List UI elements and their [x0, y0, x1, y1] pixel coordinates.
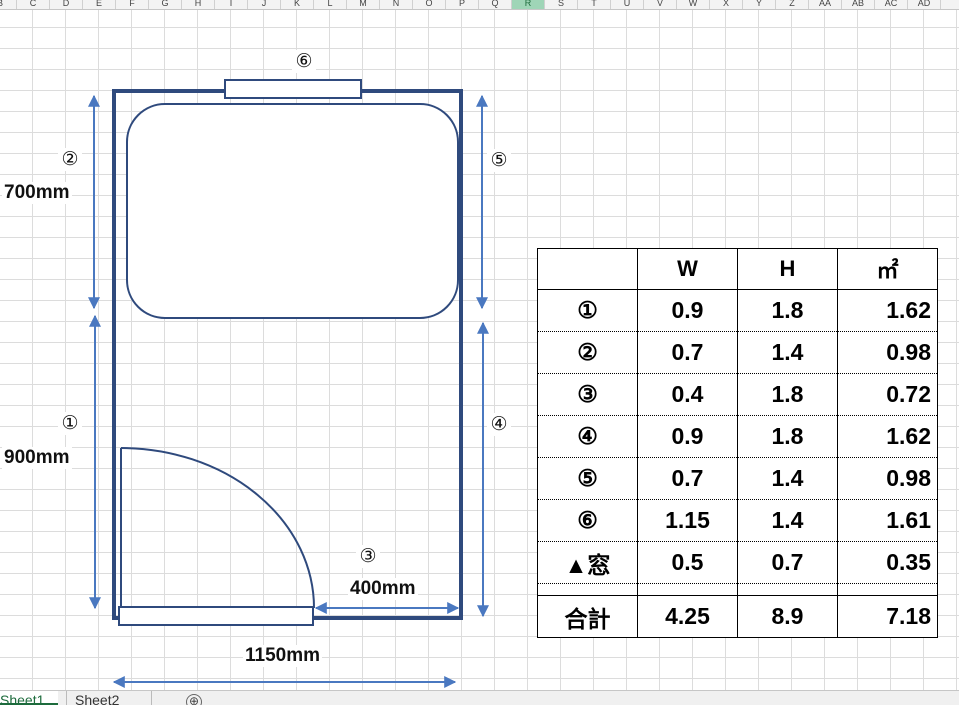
spacer-cell[interactable]	[637, 583, 738, 596]
window-rect[interactable]	[224, 79, 362, 99]
row-w[interactable]: 0.9	[637, 289, 738, 332]
row-label[interactable]: ▲窓	[537, 541, 638, 584]
total-label[interactable]: 合計	[537, 595, 638, 638]
table-row: ② 0.7 1.4 0.98	[537, 331, 938, 374]
spacer-cell[interactable]	[737, 583, 838, 596]
dim-door-gap: 400mm	[348, 578, 418, 600]
add-sheet-icon[interactable]: ⊕	[186, 694, 202, 705]
row-label[interactable]: ③	[537, 373, 638, 416]
row-area[interactable]: 1.62	[837, 415, 938, 458]
table-row: ⑥ 1.15 1.4 1.61	[537, 499, 938, 542]
tab-sheet1[interactable]: Sheet1	[0, 691, 58, 705]
row-w[interactable]: 0.7	[637, 331, 738, 374]
row-label[interactable]: ④	[537, 415, 638, 458]
row-area[interactable]: 1.62	[837, 289, 938, 332]
spacer-cell[interactable]	[837, 583, 938, 596]
row-w[interactable]: 0.4	[637, 373, 738, 416]
row-w[interactable]: 0.9	[637, 415, 738, 458]
table-header-row: W H ㎡	[537, 248, 938, 290]
header-label	[537, 248, 638, 290]
row-h[interactable]: 1.4	[737, 457, 838, 500]
row-area[interactable]: 0.98	[837, 331, 938, 374]
row-area[interactable]: 1.61	[837, 499, 938, 542]
row-h[interactable]: 1.4	[737, 499, 838, 542]
label-five: ⑤	[487, 149, 511, 172]
header-area: ㎡	[837, 248, 938, 290]
table-row: ⑤ 0.7 1.4 0.98	[537, 457, 938, 500]
table-row: ④ 0.9 1.8 1.62	[537, 415, 938, 458]
spacer-cell[interactable]	[537, 583, 638, 596]
header-w: W	[637, 248, 738, 290]
row-h[interactable]: 1.8	[737, 373, 838, 416]
tab-sheet2[interactable]: Sheet2	[66, 691, 152, 705]
total-area[interactable]: 7.18	[837, 595, 938, 638]
table-row: ▲窓 0.5 0.7 0.35	[537, 541, 938, 584]
label-four: ④	[487, 413, 511, 436]
row-label[interactable]: ⑥	[537, 499, 638, 542]
row-h[interactable]: 1.8	[737, 415, 838, 458]
door-threshold[interactable]	[118, 606, 314, 626]
row-h[interactable]: 1.8	[737, 289, 838, 332]
total-h[interactable]: 8.9	[737, 595, 838, 638]
row-h[interactable]: 0.7	[737, 541, 838, 584]
area-table: W H ㎡ ① 0.9 1.8 1.62 ② 0.7 1.4 0.98 ③ 0.…	[537, 248, 938, 638]
dim-height-lower: 900mm	[2, 447, 72, 469]
row-label[interactable]: ①	[537, 289, 638, 332]
label-two: ②	[58, 148, 82, 171]
row-area[interactable]: 0.35	[837, 541, 938, 584]
sheet-tab-bar: Sheet1 Sheet2 ⊕	[0, 690, 959, 705]
row-w[interactable]: 0.7	[637, 457, 738, 500]
row-w[interactable]: 0.5	[637, 541, 738, 584]
header-h: H	[737, 248, 838, 290]
table-row: ③ 0.4 1.8 0.72	[537, 373, 938, 416]
door-swing-arc[interactable]	[120, 447, 315, 609]
label-six: ⑥	[292, 50, 316, 73]
label-one: ①	[58, 412, 82, 435]
bathtub-shape[interactable]	[126, 103, 459, 319]
dim-width: 1150mm	[243, 645, 323, 667]
row-w[interactable]: 1.15	[637, 499, 738, 542]
row-label[interactable]: ⑤	[537, 457, 638, 500]
row-label[interactable]: ②	[537, 331, 638, 374]
table-row: ① 0.9 1.8 1.62	[537, 289, 938, 332]
total-w[interactable]: 4.25	[637, 595, 738, 638]
table-total-row: 合計 4.25 8.9 7.18	[537, 595, 938, 638]
table-spacer-row	[537, 583, 938, 596]
dim-height-upper: 700mm	[2, 182, 72, 204]
row-area[interactable]: 0.72	[837, 373, 938, 416]
row-area[interactable]: 0.98	[837, 457, 938, 500]
label-three: ③	[356, 545, 380, 568]
row-h[interactable]: 1.4	[737, 331, 838, 374]
